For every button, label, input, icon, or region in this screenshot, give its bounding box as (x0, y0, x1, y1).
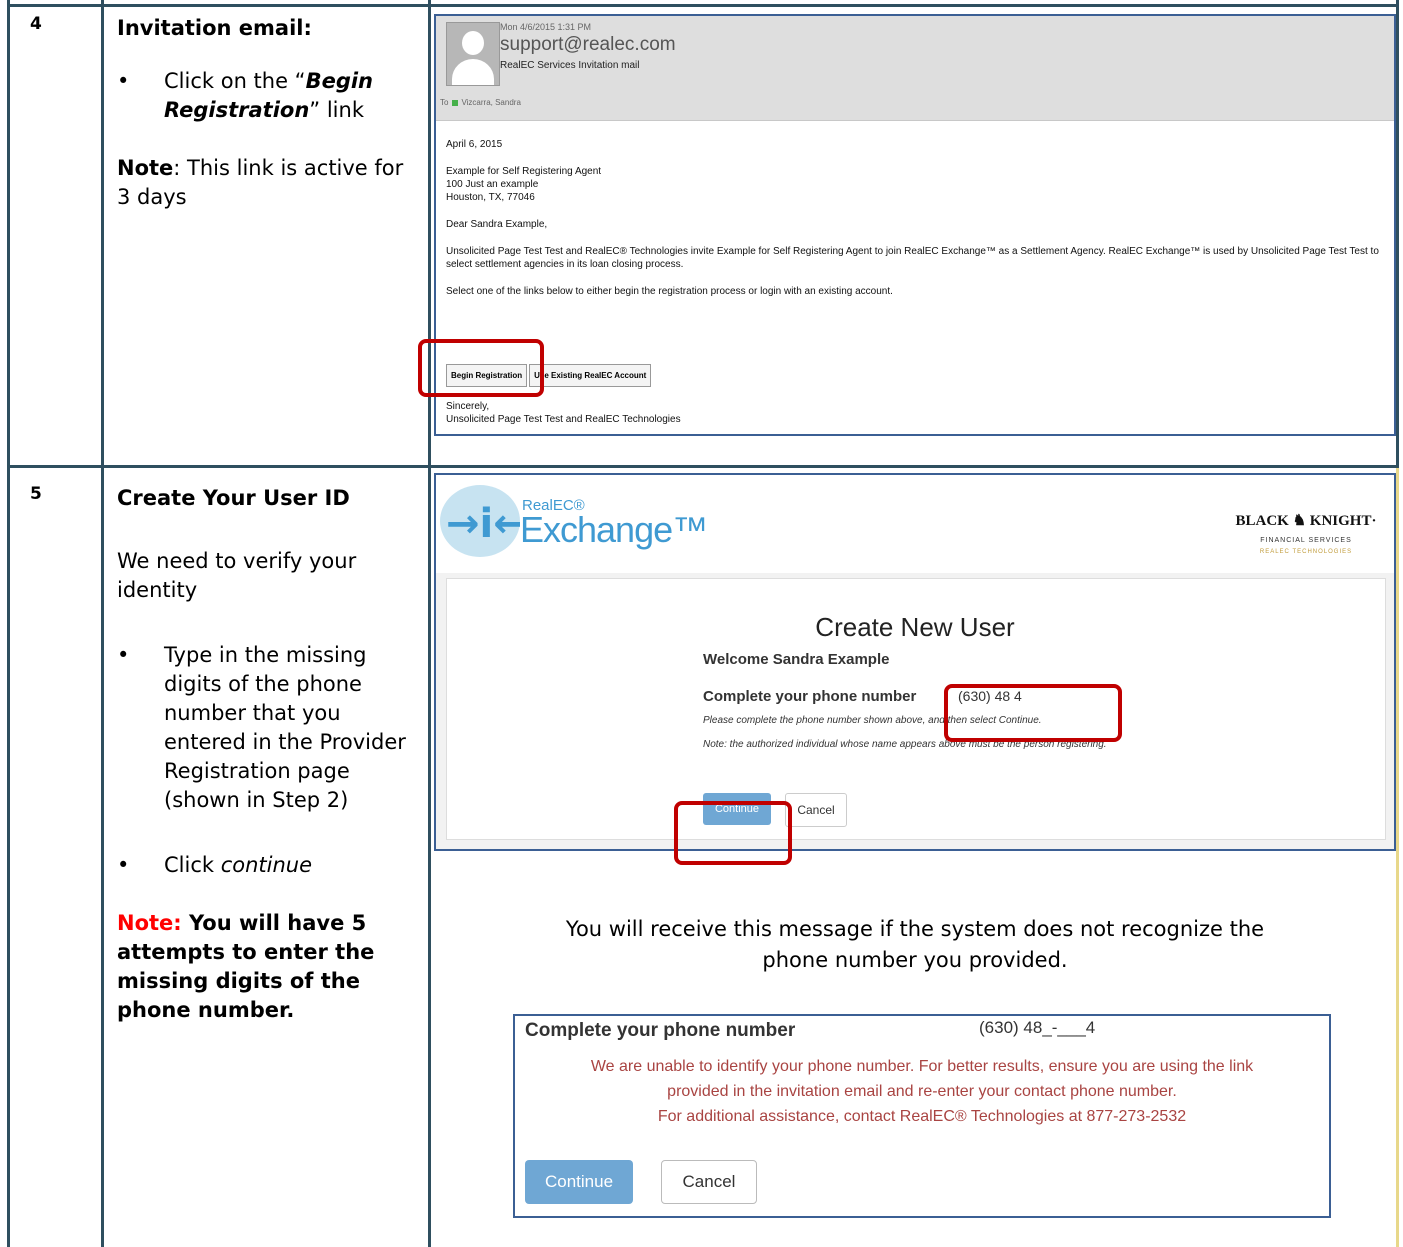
email-recipient: To Vizcarra, Sandra (440, 98, 521, 107)
step5-bullet: • Click continue (117, 851, 407, 880)
use-existing-account-button[interactable]: Use Existing RealEC Account (529, 364, 652, 387)
step4-bullet-post: ” link (309, 98, 364, 122)
continue-highlight (674, 801, 792, 865)
cancel-button[interactable]: Cancel (785, 793, 847, 827)
phone-label: Complete your phone number (703, 688, 917, 705)
email-to-label: To (440, 98, 449, 107)
email-paragraph: Unsolicited Page Test Test and RealEC® T… (446, 246, 1379, 270)
step5-bullet: • Type in the missing digits of the phon… (117, 641, 407, 815)
brand-large: Exchange™ (520, 509, 708, 550)
step5-bullet2-em: continue (220, 853, 313, 877)
step5-title: Create Your User ID (117, 486, 350, 510)
step5-note-label: Note: (117, 911, 182, 935)
step5-intro: We need to verify your identity (117, 549, 357, 602)
table-border-left (7, 0, 10, 1247)
bk-name-right: KNIGHT· (1309, 513, 1377, 529)
step5-bullet2-pre: Click (164, 853, 221, 877)
email-paragraph: Select one of the links below to either … (446, 286, 893, 297)
bk-line1: FINANCIAL SERVICES (1260, 537, 1352, 544)
cancel-button[interactable]: Cancel (661, 1160, 757, 1204)
email-subject: RealEC Services Invitation mail (500, 60, 640, 71)
email-address-line: Example for Self Registering Agent (446, 166, 602, 177)
create-new-user-screenshot: →i← RealEC® Exchange™ BLACK ♞ KNIGHT· FI… (434, 473, 1396, 851)
caption-line: You will receive this message if the sys… (565, 917, 1265, 941)
table-border-col1 (101, 0, 104, 1247)
knight-icon: ♞ (1292, 513, 1307, 529)
step5-note: Note: You will have 5 attempts to enter … (117, 909, 407, 1025)
table-border-right (1396, 0, 1399, 467)
exchange-header: →i← RealEC® Exchange™ BLACK ♞ KNIGHT· FI… (436, 475, 1394, 573)
error-caption: You will receive this message if the sys… (440, 914, 1390, 976)
email-body-date: April 6, 2015 (446, 139, 503, 150)
error-line: For additional assistance, contact RealE… (657, 1108, 1187, 1125)
step4-note-label: Note (117, 156, 174, 180)
table-row-divider (7, 465, 1399, 468)
welcome-text: Welcome Sandra Example (703, 651, 890, 668)
begin-registration-highlight (418, 339, 544, 397)
realec-exchange-logo-icon: →i← (440, 485, 527, 557)
black-knight-logo: BLACK ♞ KNIGHT· FINANCIAL SERVICES REALE… (1221, 487, 1391, 567)
bullet-icon: • (117, 643, 130, 667)
page-title: Create New User (815, 612, 1015, 642)
step4-instructions: Invitation email: • Click on the “Begin … (117, 14, 407, 212)
avatar-icon (446, 22, 500, 86)
bullet-icon: • (117, 69, 130, 93)
error-message: We are unable to identify your phone num… (515, 1054, 1329, 1129)
table-border-col2 (428, 0, 431, 1247)
caption-line: phone number you provided. (762, 948, 1068, 972)
email-address-line: 100 Just an example (446, 179, 539, 190)
step5-bullet1-text: Type in the missing digits of the phone … (164, 643, 406, 812)
email-address-line: Houston, TX, 77046 (446, 192, 535, 203)
email-header: Mon 4/6/2015 1:31 PM support@realec.com … (436, 16, 1394, 121)
email-body: April 6, 2015 Example for Self Registeri… (446, 138, 1386, 298)
email-greeting: Dear Sandra Example, (446, 219, 548, 230)
step4-title: Invitation email: (117, 16, 312, 40)
bullet-icon: • (117, 853, 130, 877)
phone-input[interactable]: (630) 48_-___4 (979, 1018, 1095, 1038)
email-signature: Unsolicited Page Test Test and RealEC Te… (446, 414, 681, 425)
email-to-name: Vizcarra, Sandra (461, 98, 521, 107)
email-closing-line: Sincerely, (446, 401, 490, 412)
email-closing: Sincerely, Unsolicited Page Test Test an… (446, 400, 1386, 426)
phone-error-screenshot: Complete your phone number (630) 48_-___… (513, 1014, 1331, 1218)
step4-bullet: • Click on the “Begin Registration” link (117, 67, 407, 125)
step4-bullet-pre: Click on the “ (164, 69, 306, 93)
table-border-right-lower (1396, 467, 1399, 1247)
svg-text:→i←: →i← (446, 501, 520, 547)
error-line: provided in the invitation email and re-… (667, 1083, 1177, 1100)
bk-name: BLACK ♞ KNIGHT· (1221, 511, 1391, 530)
phone-highlight (944, 684, 1122, 742)
step-number-5: 5 (30, 484, 42, 504)
email-date: Mon 4/6/2015 1:31 PM (500, 22, 592, 32)
step-number-4: 4 (30, 14, 42, 34)
email-sender: support@realec.com (500, 34, 676, 55)
step4-note: Note: This link is active for 3 days (117, 154, 407, 212)
bk-line2: REALEC TECHNOLOGIES (1259, 549, 1353, 555)
step5-instructions: Create Your User ID We need to verify yo… (117, 484, 407, 1025)
error-line: We are unable to identify your phone num… (590, 1058, 1254, 1075)
invitation-email-screenshot: Mon 4/6/2015 1:31 PM support@realec.com … (434, 14, 1396, 436)
table-border-top (7, 4, 1399, 7)
presence-icon (452, 99, 459, 106)
bk-name-left: BLACK (1235, 513, 1289, 529)
phone-label: Complete your phone number (525, 1020, 796, 1041)
continue-button[interactable]: Continue (525, 1160, 633, 1204)
